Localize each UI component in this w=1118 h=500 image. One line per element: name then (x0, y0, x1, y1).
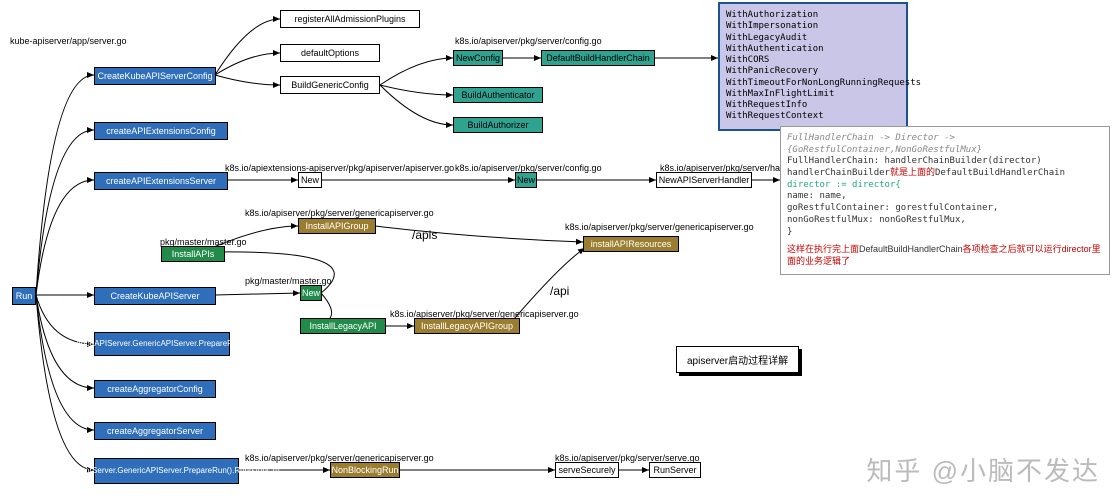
node-run: Run (12, 287, 36, 305)
handler-chain-panel: WithAuthorization WithImpersonation With… (718, 2, 908, 131)
lbl-file-main: kube-apiserver/app/server.go (10, 36, 127, 46)
node-ilag: InstallLegacyAPIGroup (414, 318, 520, 334)
lbl-apis: /apis (412, 228, 437, 242)
hc-l: WithLegacyAudit (726, 33, 900, 44)
node-cags: createAggregatorServer (94, 422, 216, 440)
node-prep: kubeAPIServer.GenericAPIServer.PrepareRu… (94, 332, 230, 356)
node-iar: installAPIResources (583, 236, 679, 252)
node-ckac: CreateKubeAPIServerConfig (94, 67, 216, 85)
lbl-api: /api (550, 284, 569, 298)
node-ilapi: InstallLegacyAPI (300, 318, 386, 334)
hc-l: WithImpersonation (726, 21, 900, 32)
node-bgc: BuildGenericConfig (280, 76, 380, 94)
hc-l: WithRequestInfo (726, 100, 900, 111)
node-nash: NewAPIServerHandler (656, 172, 752, 188)
hc-l: WithMaxInFlightLimit (726, 89, 900, 100)
lbl-file-generic1: k8s.io/apiserver/pkg/server/genericapise… (245, 208, 434, 218)
node-dopt: defaultOptions (280, 44, 380, 62)
node-nbr: NonBlockingRun (330, 462, 400, 478)
hc-l: WithPanicRecovery (726, 66, 900, 77)
lbl-file-generic2: k8s.io/apiserver/pkg/server/genericapise… (565, 222, 754, 232)
node-dbhc: DefaultBuildHandlerChain (541, 50, 655, 66)
cf: 这样在执行完上面DefaultBuildHandlerChain各项检查之后就可… (787, 244, 1103, 267)
hc-l: WithRequestContext (726, 111, 900, 122)
node-new3: New (300, 285, 322, 301)
node-caec: createAPIExtensionsConfig (94, 122, 228, 140)
node-ss: serveSecurely (555, 462, 619, 478)
hc-l: WithCORS (726, 55, 900, 66)
node-ckas: CreateKubeAPIServer (94, 287, 216, 305)
node-cagc: createAggregatorConfig (94, 380, 216, 398)
node-ncfg: NewConfig (453, 50, 503, 66)
node-bauthz: BuildAuthorizer (453, 117, 543, 133)
node-new1: New (298, 172, 322, 188)
hc-l: WithAuthentication (726, 44, 900, 55)
c8: } (787, 227, 1103, 239)
c5: name: name, (787, 191, 1103, 203)
watermark: 知乎 @小脑不发达 (866, 451, 1100, 488)
node-rap: registerAllAdmissionPlugins (280, 10, 420, 28)
c4: director := director{ (787, 180, 1103, 192)
c7: nonGoRestfulMux: nonGoRestfulMux, (787, 215, 1103, 227)
node-iapis: InstallAPIs (161, 246, 225, 262)
node-iag: InstallAPIGroup (298, 218, 376, 234)
code-panel: FullHandlerChain -> Director -> {GoRestf… (780, 126, 1110, 275)
hc-l: WithTimeoutForNonLongRunningRequests (726, 78, 900, 89)
c2: FullHandlerChain: handlerChainBuilder(di… (787, 156, 1103, 168)
node-rs: RunServer (649, 462, 701, 478)
lbl-file-config: k8s.io/apiserver/pkg/server/config.go (455, 36, 602, 46)
node-caes: createAPIExtensionsServer (94, 172, 228, 190)
c3: handlerChainBuilder就是上面的DefaultBuildHand… (787, 168, 1103, 180)
hc-l: WithAuthorization (726, 10, 900, 21)
caption: apiserver启动过程详解 (676, 346, 799, 373)
lbl-file-apiext: k8s.io/apiextensions-apiserver/pkg/apise… (225, 163, 454, 173)
node-bauth: BuildAuthenticator (453, 87, 543, 103)
node-aggrun: aggregatorServer.GenericAPIServer.Prepar… (94, 458, 239, 484)
node-new2: New (515, 172, 537, 188)
c6: goRestfulContainer: gorestfulContainer, (787, 203, 1103, 215)
c1: FullHandlerChain -> Director -> {GoRestf… (787, 133, 1103, 156)
